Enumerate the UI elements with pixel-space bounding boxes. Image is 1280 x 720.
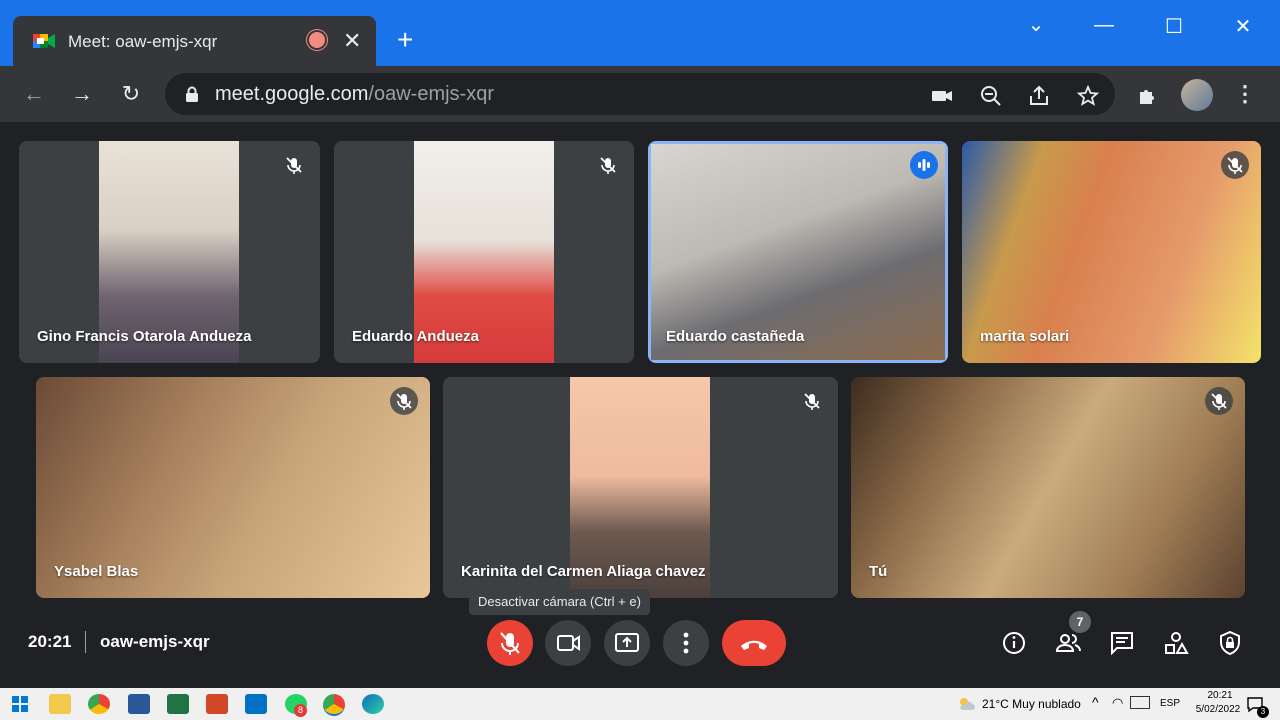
participant-name: Eduardo castañeda	[666, 328, 805, 345]
participant-name: Ysabel Blas	[54, 563, 139, 580]
participant-name: Karinita del Carmen Aliaga chavez	[461, 563, 706, 580]
participant-tile-active-speaker[interactable]: Eduardo castañeda	[648, 141, 948, 363]
wifi-icon[interactable]: ◠	[1112, 695, 1123, 711]
mic-off-icon	[1205, 387, 1233, 415]
meet-favicon-icon	[33, 34, 55, 48]
zoom-out-icon[interactable]	[979, 84, 1003, 108]
new-tab-button[interactable]: +	[397, 26, 413, 54]
menu-kebab-icon[interactable]: ⋮	[1231, 80, 1259, 108]
word-icon[interactable]	[128, 694, 150, 714]
mic-off-icon	[798, 387, 826, 415]
mic-off-icon	[594, 151, 622, 179]
participant-tile[interactable]: marita solari	[962, 141, 1261, 363]
activities-icon[interactable]	[1161, 628, 1191, 658]
speaking-indicator-icon	[910, 151, 938, 179]
meeting-clock: 20:21	[28, 632, 72, 651]
people-count-badge: 7	[1069, 611, 1091, 633]
camera-tooltip: Desactivar cámara (Ctrl + e)	[469, 589, 650, 615]
chevron-up-icon[interactable]: ^	[1092, 694, 1099, 710]
mail-icon[interactable]	[245, 694, 267, 714]
browser-tab[interactable]: Meet: oaw-emjs-xqr ✕	[13, 16, 376, 66]
participant-name: Gino Francis Otarola Andueza	[37, 328, 252, 345]
taskbar-clock-date[interactable]: 5/02/2022	[1190, 704, 1246, 715]
close-window-button[interactable]: ✕	[1223, 14, 1263, 38]
mic-off-icon	[390, 387, 418, 415]
participant-name: Eduardo Andueza	[352, 328, 479, 345]
tab-title: Meet: oaw-emjs-xqr	[68, 32, 218, 51]
url-text[interactable]: meet.google.com/oaw-emjs-xqr	[215, 83, 494, 106]
participant-tile[interactable]: Ysabel Blas	[36, 377, 430, 598]
participant-tile[interactable]: Gino Francis Otarola Andueza	[19, 141, 320, 363]
input-language[interactable]: ESP	[1160, 698, 1180, 709]
whatsapp-badge: 8	[294, 704, 307, 717]
profile-avatar[interactable]	[1181, 79, 1213, 111]
toggle-mic-button[interactable]	[487, 620, 533, 666]
participant-name: marita solari	[980, 328, 1070, 345]
mic-off-icon	[500, 632, 520, 655]
divider	[85, 631, 86, 653]
participant-video	[851, 377, 1245, 598]
leave-call-button[interactable]	[722, 620, 786, 666]
url-host: meet.google.com	[215, 83, 369, 105]
lock-icon[interactable]	[185, 86, 199, 103]
more-vert-icon	[683, 632, 689, 654]
back-button[interactable]: ←	[20, 80, 48, 108]
present-screen-icon	[615, 633, 639, 652]
forward-button[interactable]: →	[68, 80, 96, 108]
chrome-active-icon[interactable]	[323, 694, 345, 716]
minimize-button[interactable]: —	[1084, 14, 1124, 38]
participant-name: Tú	[869, 563, 888, 580]
meeting-details-icon[interactable]	[999, 628, 1029, 658]
edge-icon[interactable]	[362, 694, 384, 714]
keyboard-icon[interactable]	[1130, 696, 1150, 709]
chat-icon[interactable]	[1107, 628, 1137, 658]
notification-count-badge: 3	[1257, 706, 1269, 718]
mic-off-icon	[280, 151, 308, 179]
weather-cloud-icon[interactable]	[958, 696, 976, 712]
toggle-camera-button[interactable]	[545, 620, 591, 666]
meeting-code: oaw-emjs-xqr	[100, 632, 210, 651]
tab-close-icon[interactable]: ✕	[343, 28, 361, 54]
maximize-button[interactable]: ☐	[1154, 14, 1194, 38]
windows-start-icon[interactable]	[12, 696, 28, 712]
bookmark-star-icon[interactable]	[1076, 84, 1100, 108]
more-options-button[interactable]	[663, 620, 709, 666]
reload-button[interactable]: ↻	[117, 80, 145, 108]
powerpoint-icon[interactable]	[206, 694, 228, 714]
extensions-icon[interactable]	[1136, 84, 1160, 108]
host-controls-icon[interactable]	[1215, 628, 1245, 658]
present-screen-button[interactable]	[604, 620, 650, 666]
camera-icon	[557, 635, 580, 651]
participant-tile[interactable]: Karinita del Carmen Aliaga chavez	[443, 377, 838, 598]
mic-off-icon	[1221, 151, 1249, 179]
taskbar-clock-time[interactable]: 20:21	[1198, 690, 1242, 701]
excel-icon[interactable]	[167, 694, 189, 714]
weather-text[interactable]: 21°C Muy nublado	[982, 697, 1081, 711]
file-explorer-icon[interactable]	[49, 694, 71, 714]
windows-taskbar	[0, 688, 1280, 720]
participant-tile-self[interactable]: Tú	[851, 377, 1245, 598]
camera-permission-icon[interactable]	[930, 84, 954, 108]
hang-up-icon	[741, 640, 767, 650]
recording-icon	[309, 32, 325, 48]
tab-search-icon[interactable]: ⌄	[1016, 12, 1056, 36]
participant-tile[interactable]: Eduardo Andueza	[334, 141, 634, 363]
share-icon[interactable]	[1027, 84, 1051, 108]
url-path: /oaw-emjs-xqr	[368, 83, 494, 105]
chrome-icon[interactable]	[88, 694, 110, 714]
